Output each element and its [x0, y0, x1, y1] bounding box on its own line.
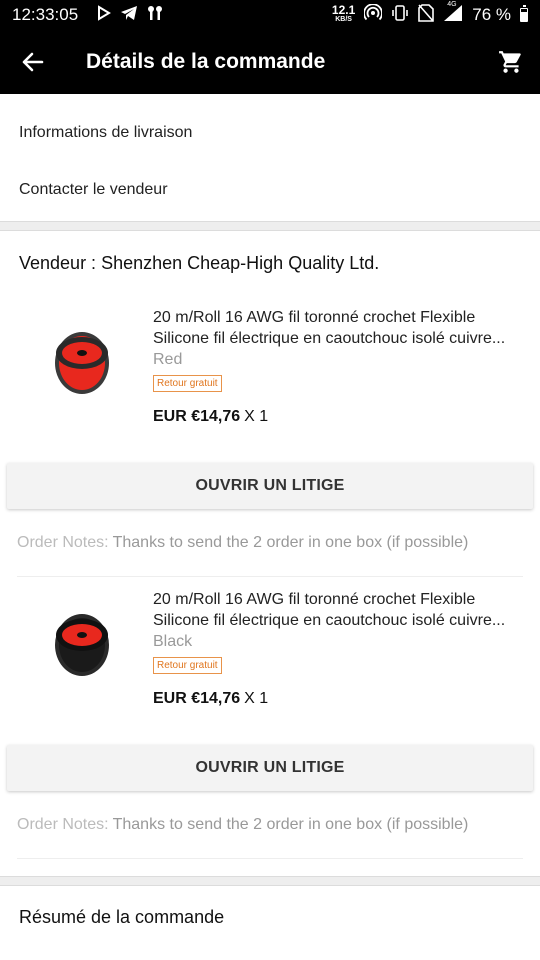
- page-title: Détails de la commande: [86, 50, 326, 73]
- telegram-icon: [120, 5, 138, 26]
- open-dispute-button[interactable]: OUVRIR UN LITIGE: [7, 463, 533, 509]
- section-divider: [0, 221, 540, 231]
- product-color: Black: [153, 633, 193, 650]
- no-sim-icon: [418, 3, 435, 27]
- net-speed: 12.1 KB/S: [331, 3, 356, 23]
- cart-icon: [499, 51, 521, 73]
- status-bar: 12:33:05 12.1 KB/S 4G 76 %: [0, 0, 540, 30]
- free-return-badge: Retour gratuit: [153, 375, 222, 392]
- cart-button[interactable]: [482, 30, 540, 94]
- product-item[interactable]: 20 m/Roll 16 AWG fil toronné crochet Fle…: [0, 577, 540, 745]
- order-details: Informations de livraison Contacter le v…: [0, 94, 540, 960]
- product-image: [28, 307, 136, 415]
- free-return-badge: Retour gratuit: [153, 657, 222, 674]
- product-title-line1: 20 m/Roll 16 AWG fil toronné crochet Fle…: [153, 591, 476, 608]
- hotspot-icon: [363, 2, 384, 27]
- order-notes-text: Thanks to send the 2 order in one box (i…: [112, 815, 469, 833]
- product-price: EUR €14,76 X 1: [153, 408, 269, 425]
- contact-seller-link[interactable]: Contacter le vendeur: [0, 161, 540, 218]
- product-title-line2: Silicone fil électrique en caoutchouc is…: [153, 612, 506, 629]
- product-title-line2: Silicone fil électrique en caoutchouc is…: [153, 330, 506, 347]
- airpods-icon: [146, 5, 164, 26]
- battery-icon: [520, 5, 528, 22]
- delivery-info-link[interactable]: Informations de livraison: [0, 104, 540, 161]
- arrow-left-icon: [22, 52, 44, 72]
- seller-name: Vendeur : Shenzhen Cheap-High Quality Lt…: [19, 252, 380, 273]
- back-button[interactable]: [0, 30, 66, 94]
- play-store-icon: [96, 4, 112, 26]
- product-qty: X 1: [244, 408, 269, 425]
- battery-percent: 76 %: [472, 5, 511, 24]
- product-price: EUR €14,76 X 1: [153, 690, 269, 707]
- section-divider: [0, 876, 540, 886]
- order-notes-label: Order Notes:: [17, 533, 109, 551]
- order-notes: Order Notes: Thanks to send the 2 order …: [17, 791, 523, 859]
- status-time: 12:33:05: [12, 5, 79, 24]
- order-notes-label: Order Notes:: [17, 815, 109, 833]
- product-title-line1: 20 m/Roll 16 AWG fil toronné crochet Fle…: [153, 309, 476, 326]
- order-summary-link[interactable]: Résumé de la commande: [0, 886, 540, 948]
- order-notes: Order Notes: Thanks to send the 2 order …: [17, 509, 523, 577]
- product-item[interactable]: 20 m/Roll 16 AWG fil toronné crochet Fle…: [0, 295, 540, 463]
- signal-icon: 4G: [443, 1, 463, 27]
- product-color: Red: [153, 351, 183, 368]
- product-image: [28, 589, 136, 697]
- order-notes-text: Thanks to send the 2 order in one box (i…: [112, 533, 469, 551]
- product-qty: X 1: [244, 690, 269, 707]
- app-bar: Détails de la commande: [0, 30, 540, 94]
- open-dispute-button[interactable]: OUVRIR UN LITIGE: [7, 745, 533, 791]
- vibrate-icon: [391, 4, 409, 27]
